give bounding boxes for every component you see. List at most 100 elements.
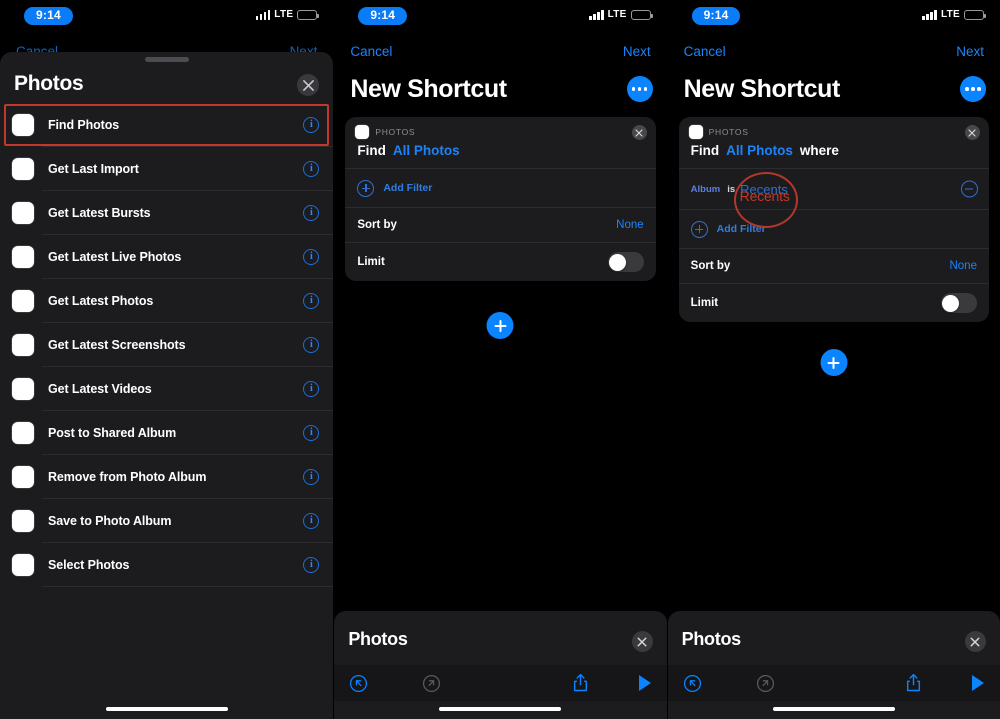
info-icon[interactable]: i [303, 513, 320, 529]
cellular-bars-icon [589, 9, 604, 20]
status-bar: 9:14 LTE [0, 0, 333, 32]
bottom-sheet-title: Photos [681, 629, 742, 649]
editor-toolbar [334, 665, 667, 701]
sort-by-label: Sort by [690, 260, 731, 272]
info-icon[interactable]: i [303, 337, 320, 353]
list-item[interactable]: Get Latest Bursts i [0, 191, 334, 235]
photos-app-icon [12, 202, 34, 224]
info-icon[interactable]: i [303, 425, 320, 441]
find-source-value[interactable]: All Photos [393, 143, 460, 158]
list-item[interactable]: Post to Shared Album i [0, 411, 334, 455]
close-icon[interactable] [964, 125, 980, 140]
list-item[interactable]: Get Latest Screenshots i [0, 323, 334, 367]
list-item[interactable]: Select Photos i [0, 543, 334, 587]
info-icon[interactable]: i [303, 293, 320, 309]
undo-icon[interactable] [683, 674, 702, 693]
close-icon[interactable] [297, 74, 320, 96]
cancel-button[interactable]: Cancel [350, 44, 392, 59]
share-icon[interactable] [572, 673, 589, 693]
filter-operator[interactable]: is [727, 184, 735, 195]
filter-value[interactable]: Recents [740, 182, 788, 197]
list-item[interactable]: Save to Photo Album i [0, 499, 334, 543]
photos-action-sheet: Photos Find Photos i Get Last Import i Get L… [0, 52, 334, 719]
card-header: PHOTOS [345, 117, 655, 141]
share-icon[interactable] [905, 673, 922, 693]
next-button[interactable]: Next [956, 44, 984, 59]
add-action-button[interactable] [486, 312, 514, 339]
filter-key[interactable]: Album [691, 184, 721, 195]
limit-row: Limit [679, 284, 989, 322]
photos-app-icon [12, 378, 34, 400]
photos-bottom-sheet: Photos [667, 611, 1000, 719]
info-icon[interactable]: i [303, 381, 320, 397]
list-item[interactable]: Find Photos i [0, 103, 334, 147]
home-indicator [772, 706, 895, 711]
photos-app-icon [355, 125, 370, 139]
photos-app-icon [12, 158, 34, 180]
sort-by-row[interactable]: Sort by None [345, 208, 655, 242]
photos-icon-petal [690, 127, 697, 133]
status-bar: 9:14 LTE [668, 0, 1000, 32]
next-button[interactable]: Next [623, 44, 651, 59]
add-filter-button[interactable]: Add Filter [679, 210, 989, 248]
cancel-button[interactable]: Cancel [684, 44, 726, 59]
limit-toggle[interactable] [607, 252, 644, 272]
find-keyword: Find [357, 143, 386, 158]
list-item[interactable]: Get Latest Live Photos i [0, 235, 334, 279]
photos-app-icon [12, 510, 34, 532]
photos-app-icon [12, 554, 34, 576]
list-item[interactable]: Get Latest Videos i [0, 367, 334, 411]
network-type-label: LTE [607, 9, 627, 20]
info-icon[interactable]: i [303, 469, 320, 485]
info-icon[interactable]: i [303, 205, 320, 221]
find-source-value[interactable]: All Photos [726, 143, 793, 158]
photos-bottom-sheet: Photos [334, 611, 667, 719]
sort-by-value[interactable]: None [616, 219, 644, 231]
status-indicators: LTE [255, 9, 320, 20]
panel-action-picker: 9:14 LTE Cancel Next Photos Find Photosi… [0, 0, 334, 719]
photos-app-icon [12, 334, 34, 356]
photos-app-icon [12, 246, 34, 268]
list-item-label: Remove from Photo Album [48, 470, 207, 484]
close-icon[interactable] [631, 125, 647, 140]
three-panel-screenshot: 9:14 LTE Cancel Next Photos Find Photos i… [0, 0, 1000, 719]
close-icon[interactable] [964, 631, 986, 652]
panel-new-shortcut-empty-filter: 9:14 LTE Cancel Next New Shortcut PHOTOS… [333, 0, 667, 719]
plus-circle-icon [357, 179, 375, 197]
limit-toggle[interactable] [940, 293, 977, 313]
card-find-row: Find All Photos where [679, 141, 989, 168]
info-icon[interactable]: i [303, 557, 320, 573]
limit-label: Limit [690, 297, 719, 309]
sort-by-value[interactable]: None [949, 260, 977, 272]
add-filter-button[interactable]: Add Filter [345, 169, 655, 207]
list-item-label: Select Photos [48, 558, 130, 572]
list-item[interactable]: Get Latest Photos i [0, 279, 334, 323]
more-ellipsis-icon[interactable] [626, 76, 653, 102]
action-list: Find Photos i Get Last Import i Get Latest B… [0, 103, 334, 719]
photos-app-icon [688, 125, 703, 139]
info-icon[interactable]: i [303, 249, 320, 265]
minus-icon[interactable] [960, 180, 978, 198]
sort-by-row[interactable]: Sort by None [679, 249, 989, 283]
editor-toolbar [667, 665, 1000, 701]
list-item[interactable]: Get Last Import i [0, 147, 334, 191]
filter-row[interactable]: Album is Recents [679, 169, 989, 209]
plus-circle-icon [690, 220, 708, 238]
list-item[interactable]: Remove from Photo Album i [0, 455, 334, 499]
more-ellipsis-icon[interactable] [959, 76, 986, 102]
list-item-label: Get Last Import [48, 162, 139, 176]
limit-row: Limit [345, 243, 655, 281]
play-icon[interactable] [637, 674, 653, 692]
add-action-button[interactable] [820, 349, 848, 376]
info-icon[interactable]: i [303, 117, 320, 133]
undo-icon[interactable] [349, 674, 368, 693]
sheet-grabber[interactable] [144, 57, 189, 62]
play-icon[interactable] [970, 674, 986, 692]
close-icon[interactable] [631, 631, 653, 652]
sort-by-label: Sort by [357, 219, 397, 231]
shortcut-action-card: PHOTOS Find All Photos where Album is Re… [678, 117, 989, 322]
info-icon[interactable]: i [303, 161, 320, 177]
home-indicator [439, 706, 562, 711]
list-item-label: Get Latest Videos [48, 382, 152, 396]
photos-app-icon [12, 422, 34, 444]
